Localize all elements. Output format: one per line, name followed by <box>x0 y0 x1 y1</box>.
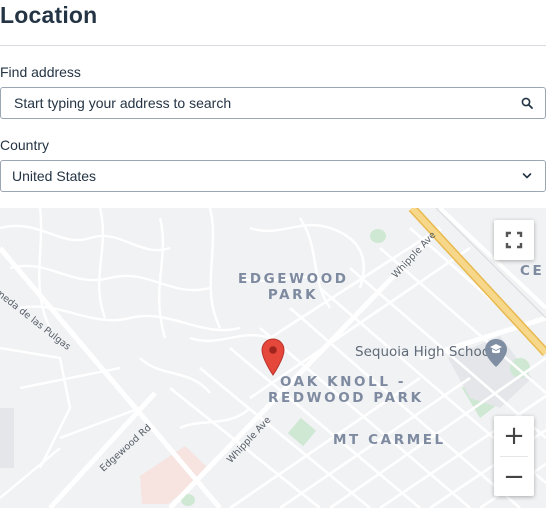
country-select-value: United States <box>12 168 97 184</box>
page-title: Location <box>0 2 98 28</box>
address-search-field[interactable] <box>0 87 546 119</box>
find-address-label: Find address <box>0 64 81 80</box>
search-icon[interactable] <box>509 88 545 118</box>
neighborhood-label-mt-carmel: MT CARMEL <box>333 432 446 448</box>
divider <box>0 45 546 46</box>
school-pin-icon <box>485 339 507 367</box>
address-search-input[interactable] <box>12 94 509 112</box>
fullscreen-icon[interactable] <box>494 220 534 260</box>
country-select[interactable]: United States <box>0 160 546 192</box>
map[interactable]: EDGEWOOD PARK OAK KNOLL - REDWOOD PARK M… <box>0 208 546 508</box>
chevron-down-icon[interactable] <box>509 161 545 191</box>
neighborhood-label-oak-knoll: OAK KNOLL - REDWOOD PARK <box>268 374 424 406</box>
zoom-out-button[interactable]: − <box>494 457 534 496</box>
zoom-in-button[interactable]: + <box>494 416 534 456</box>
poi-label-school: Sequoia High School <box>355 344 494 360</box>
country-label: Country <box>0 137 50 153</box>
neighborhood-label-cutoff: CE <box>520 263 545 279</box>
zoom-controls: + − <box>494 416 534 496</box>
neighborhood-label-edgewood-park: EDGEWOOD PARK <box>238 271 349 303</box>
location-marker-icon[interactable] <box>261 338 285 376</box>
fullscreen-button[interactable] <box>494 220 534 260</box>
